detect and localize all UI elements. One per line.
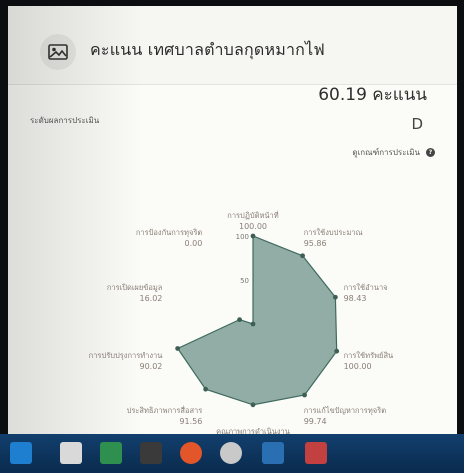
radar-point[interactable]: [203, 386, 209, 392]
radar-value-label: 99.74: [304, 417, 327, 426]
radar-point[interactable]: [175, 346, 181, 351]
calendar-icon[interactable]: [140, 442, 162, 464]
radar-value-label: 91.56: [179, 417, 202, 426]
radar-category-label: การใช้งบประมาณ: [304, 228, 363, 237]
radar-point[interactable]: [302, 392, 307, 398]
radar-value-label: 95.86: [304, 239, 327, 248]
radar-value-label: 98.43: [344, 294, 367, 303]
radar-tick-label: 100: [236, 233, 249, 241]
radar-category-label: การแก้ไขปัญหาการทุจริต: [304, 406, 387, 415]
radar-point[interactable]: [250, 233, 256, 239]
radar-value-label: 100.00: [239, 222, 267, 231]
radar-category-label: การใช้ทรัพย์สิน: [344, 351, 394, 360]
radar-point[interactable]: [250, 402, 256, 408]
radar-value-label: 90.02: [139, 362, 162, 371]
radar-category-label: ประสิทธิภาพการสื่อสาร: [127, 405, 203, 415]
radar-tick-label: 50: [240, 277, 249, 285]
folder-icon[interactable]: [60, 442, 82, 464]
radar-point[interactable]: [332, 294, 338, 300]
radar-category-label: การเปิดเผยข้อมูล: [107, 283, 163, 292]
radar-category-label: การปรับปรุงการทำงาน: [89, 351, 163, 360]
radar-area: [176, 235, 338, 406]
radar-category-label: การใช้อำนาจ: [344, 283, 388, 292]
radar-point[interactable]: [237, 317, 242, 323]
radar-point[interactable]: [300, 253, 305, 259]
office-icon[interactable]: [180, 442, 202, 464]
radar-category-label: การปฏิบัติหน้าที่: [227, 210, 278, 220]
mail-icon[interactable]: [305, 442, 327, 464]
browser-viewport: คะแนน เทศบาลตำบลกุดหมากไฟ 60.19 คะแนน ระ…: [8, 6, 457, 442]
word-icon[interactable]: [262, 442, 284, 464]
taskbar: [0, 434, 464, 473]
ie-icon[interactable]: [10, 442, 32, 464]
radar-value-label: 100.00: [344, 362, 372, 371]
excel-icon[interactable]: [100, 442, 122, 464]
radar-value-label: 0.00: [184, 239, 202, 248]
radar-chart: 50 100 การปฏิบัติหน้าที่ 100.00 การใช้งบประม…: [89, 210, 394, 442]
chrome-icon[interactable]: [220, 442, 242, 464]
radar-point[interactable]: [250, 321, 256, 327]
radar-point[interactable]: [334, 348, 340, 354]
radar-category-label: การป้องกันการทุจริต: [136, 228, 203, 237]
radar-value-label: 16.02: [139, 294, 162, 303]
